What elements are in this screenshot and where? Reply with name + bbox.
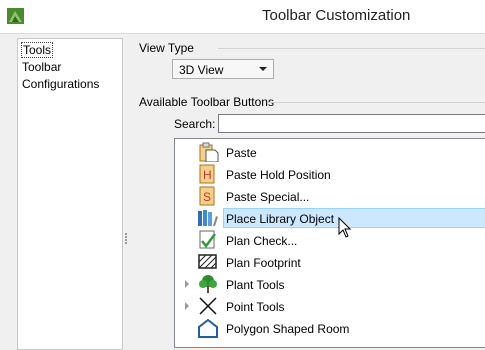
category-list[interactable]: Tools Toolbar Configurations bbox=[17, 38, 123, 350]
point-tools-icon bbox=[199, 297, 217, 315]
place-library-object-icon bbox=[198, 210, 218, 226]
search-input[interactable] bbox=[218, 114, 485, 133]
toolbar-buttons-tree[interactable]: Paste H Paste Hold Position S Paste Spec… bbox=[174, 138, 485, 348]
plan-check-icon bbox=[199, 230, 216, 249]
category-item-toolbar[interactable]: Toolbar bbox=[22, 60, 61, 74]
paste-icon bbox=[199, 142, 219, 162]
view-type-divider bbox=[218, 48, 485, 49]
svg-text:H: H bbox=[203, 168, 212, 182]
category-item-tools[interactable]: Tools bbox=[20, 42, 54, 58]
paste-hold-position-icon: H bbox=[199, 164, 215, 184]
view-type-dropdown[interactable]: 3D View bbox=[172, 59, 274, 79]
tree-item-paste-hold-position[interactable]: H Paste Hold Position bbox=[175, 163, 485, 185]
tree-item-plan-check[interactable]: Plan Check... bbox=[175, 229, 485, 251]
paste-special-icon: S bbox=[199, 186, 215, 206]
view-type-label: View Type bbox=[139, 41, 194, 55]
available-buttons-divider bbox=[268, 102, 485, 103]
tree-item-plant-tools[interactable]: Plant Tools bbox=[175, 273, 485, 295]
tree-item-paste[interactable]: Paste bbox=[175, 141, 485, 163]
tree-item-polygon-shaped-room[interactable]: Polygon Shaped Room bbox=[175, 317, 485, 339]
window-title: Toolbar Customization bbox=[262, 7, 411, 24]
plan-footprint-icon bbox=[198, 254, 217, 269]
available-buttons-label: Available Toolbar Buttons bbox=[139, 95, 274, 109]
tree-item-paste-special[interactable]: S Paste Special... bbox=[175, 185, 485, 207]
polygon-shaped-room-icon bbox=[198, 318, 218, 338]
svg-text:S: S bbox=[203, 190, 211, 204]
title-bar: Toolbar Customization bbox=[0, 0, 485, 34]
pane-splitter-grip[interactable] bbox=[125, 233, 127, 247]
tree-item-point-tools[interactable]: Point Tools bbox=[175, 295, 485, 317]
category-item-configurations[interactable]: Configurations bbox=[22, 77, 99, 91]
mouse-cursor-icon bbox=[338, 217, 352, 238]
view-type-value: 3D View bbox=[179, 63, 224, 77]
tree-item-plan-footprint[interactable]: Plan Footprint bbox=[175, 251, 485, 273]
tree-item-place-library-object[interactable]: Place Library Object bbox=[175, 207, 485, 229]
dropdown-arrow-icon bbox=[259, 67, 267, 71]
expand-arrow-icon[interactable] bbox=[185, 302, 189, 310]
app-icon bbox=[7, 8, 24, 24]
expand-arrow-icon[interactable] bbox=[185, 280, 189, 288]
search-label: Search: bbox=[174, 117, 216, 131]
plant-tools-icon bbox=[199, 275, 217, 293]
